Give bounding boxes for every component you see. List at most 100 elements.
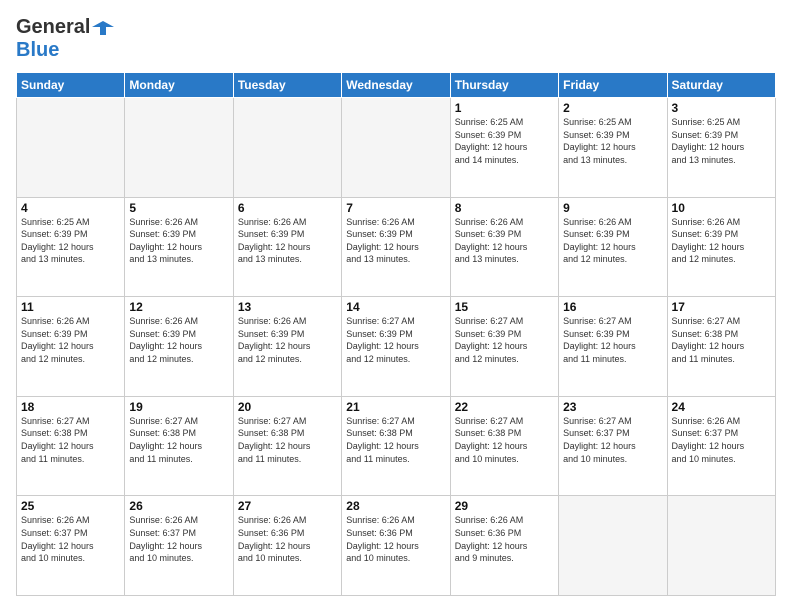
day-info: Sunrise: 6:26 AM Sunset: 6:37 PM Dayligh… (672, 415, 771, 465)
calendar-day-header-monday: Monday (125, 73, 233, 98)
logo-general-text: General (16, 16, 90, 39)
day-info: Sunrise: 6:26 AM Sunset: 6:39 PM Dayligh… (238, 216, 337, 266)
calendar-cell: 26Sunrise: 6:26 AM Sunset: 6:37 PM Dayli… (125, 496, 233, 596)
day-number: 8 (455, 201, 554, 215)
calendar-cell: 11Sunrise: 6:26 AM Sunset: 6:39 PM Dayli… (17, 297, 125, 397)
day-number: 13 (238, 300, 337, 314)
calendar-cell: 3Sunrise: 6:25 AM Sunset: 6:39 PM Daylig… (667, 98, 775, 198)
day-number: 25 (21, 499, 120, 513)
day-info: Sunrise: 6:26 AM Sunset: 6:36 PM Dayligh… (346, 514, 445, 564)
day-number: 19 (129, 400, 228, 414)
day-info: Sunrise: 6:26 AM Sunset: 6:39 PM Dayligh… (672, 216, 771, 266)
day-info: Sunrise: 6:27 AM Sunset: 6:38 PM Dayligh… (672, 315, 771, 365)
day-number: 26 (129, 499, 228, 513)
day-info: Sunrise: 6:27 AM Sunset: 6:38 PM Dayligh… (129, 415, 228, 465)
day-info: Sunrise: 6:26 AM Sunset: 6:39 PM Dayligh… (346, 216, 445, 266)
day-number: 7 (346, 201, 445, 215)
day-number: 27 (238, 499, 337, 513)
day-info: Sunrise: 6:26 AM Sunset: 6:37 PM Dayligh… (129, 514, 228, 564)
calendar-cell: 17Sunrise: 6:27 AM Sunset: 6:38 PM Dayli… (667, 297, 775, 397)
day-info: Sunrise: 6:27 AM Sunset: 6:39 PM Dayligh… (455, 315, 554, 365)
calendar-cell: 27Sunrise: 6:26 AM Sunset: 6:36 PM Dayli… (233, 496, 341, 596)
page: General Blue SundayMondayTuesdayWednesda… (0, 0, 792, 612)
logo-blue-text: Blue (16, 39, 59, 61)
header: General Blue (16, 16, 776, 62)
calendar-cell: 1Sunrise: 6:25 AM Sunset: 6:39 PM Daylig… (450, 98, 558, 198)
calendar-cell: 29Sunrise: 6:26 AM Sunset: 6:36 PM Dayli… (450, 496, 558, 596)
day-info: Sunrise: 6:27 AM Sunset: 6:38 PM Dayligh… (238, 415, 337, 465)
calendar-cell: 22Sunrise: 6:27 AM Sunset: 6:38 PM Dayli… (450, 396, 558, 496)
calendar-week-row: 4Sunrise: 6:25 AM Sunset: 6:39 PM Daylig… (17, 197, 776, 297)
day-number: 10 (672, 201, 771, 215)
day-info: Sunrise: 6:25 AM Sunset: 6:39 PM Dayligh… (563, 116, 662, 166)
day-info: Sunrise: 6:25 AM Sunset: 6:39 PM Dayligh… (455, 116, 554, 166)
calendar-cell: 12Sunrise: 6:26 AM Sunset: 6:39 PM Dayli… (125, 297, 233, 397)
day-info: Sunrise: 6:27 AM Sunset: 6:38 PM Dayligh… (455, 415, 554, 465)
day-number: 14 (346, 300, 445, 314)
day-info: Sunrise: 6:27 AM Sunset: 6:38 PM Dayligh… (21, 415, 120, 465)
day-number: 6 (238, 201, 337, 215)
day-info: Sunrise: 6:27 AM Sunset: 6:39 PM Dayligh… (346, 315, 445, 365)
calendar-cell (342, 98, 450, 198)
day-info: Sunrise: 6:26 AM Sunset: 6:36 PM Dayligh… (455, 514, 554, 564)
calendar-cell: 20Sunrise: 6:27 AM Sunset: 6:38 PM Dayli… (233, 396, 341, 496)
calendar-week-row: 25Sunrise: 6:26 AM Sunset: 6:37 PM Dayli… (17, 496, 776, 596)
day-info: Sunrise: 6:27 AM Sunset: 6:38 PM Dayligh… (346, 415, 445, 465)
day-info: Sunrise: 6:26 AM Sunset: 6:37 PM Dayligh… (21, 514, 120, 564)
day-number: 22 (455, 400, 554, 414)
calendar-cell: 9Sunrise: 6:26 AM Sunset: 6:39 PM Daylig… (559, 197, 667, 297)
day-info: Sunrise: 6:26 AM Sunset: 6:39 PM Dayligh… (563, 216, 662, 266)
calendar-cell (233, 98, 341, 198)
calendar-day-header-friday: Friday (559, 73, 667, 98)
day-number: 20 (238, 400, 337, 414)
day-number: 16 (563, 300, 662, 314)
day-number: 18 (21, 400, 120, 414)
day-info: Sunrise: 6:26 AM Sunset: 6:39 PM Dayligh… (129, 216, 228, 266)
day-number: 24 (672, 400, 771, 414)
calendar-cell: 2Sunrise: 6:25 AM Sunset: 6:39 PM Daylig… (559, 98, 667, 198)
day-info: Sunrise: 6:26 AM Sunset: 6:39 PM Dayligh… (455, 216, 554, 266)
calendar-cell: 16Sunrise: 6:27 AM Sunset: 6:39 PM Dayli… (559, 297, 667, 397)
calendar-cell: 5Sunrise: 6:26 AM Sunset: 6:39 PM Daylig… (125, 197, 233, 297)
day-info: Sunrise: 6:25 AM Sunset: 6:39 PM Dayligh… (672, 116, 771, 166)
logo-bird-icon (92, 17, 114, 39)
calendar-cell: 15Sunrise: 6:27 AM Sunset: 6:39 PM Dayli… (450, 297, 558, 397)
calendar-header-row: SundayMondayTuesdayWednesdayThursdayFrid… (17, 73, 776, 98)
calendar-day-header-thursday: Thursday (450, 73, 558, 98)
calendar-cell: 8Sunrise: 6:26 AM Sunset: 6:39 PM Daylig… (450, 197, 558, 297)
calendar-cell: 13Sunrise: 6:26 AM Sunset: 6:39 PM Dayli… (233, 297, 341, 397)
calendar-cell: 25Sunrise: 6:26 AM Sunset: 6:37 PM Dayli… (17, 496, 125, 596)
calendar-cell: 4Sunrise: 6:25 AM Sunset: 6:39 PM Daylig… (17, 197, 125, 297)
day-number: 15 (455, 300, 554, 314)
calendar-cell: 10Sunrise: 6:26 AM Sunset: 6:39 PM Dayli… (667, 197, 775, 297)
calendar-cell: 14Sunrise: 6:27 AM Sunset: 6:39 PM Dayli… (342, 297, 450, 397)
day-number: 9 (563, 201, 662, 215)
day-info: Sunrise: 6:26 AM Sunset: 6:39 PM Dayligh… (238, 315, 337, 365)
day-info: Sunrise: 6:26 AM Sunset: 6:36 PM Dayligh… (238, 514, 337, 564)
calendar-week-row: 11Sunrise: 6:26 AM Sunset: 6:39 PM Dayli… (17, 297, 776, 397)
day-number: 23 (563, 400, 662, 414)
day-info: Sunrise: 6:26 AM Sunset: 6:39 PM Dayligh… (129, 315, 228, 365)
calendar-week-row: 1Sunrise: 6:25 AM Sunset: 6:39 PM Daylig… (17, 98, 776, 198)
calendar-cell (667, 496, 775, 596)
calendar-table: SundayMondayTuesdayWednesdayThursdayFrid… (16, 72, 776, 596)
calendar-cell: 28Sunrise: 6:26 AM Sunset: 6:36 PM Dayli… (342, 496, 450, 596)
calendar-day-header-tuesday: Tuesday (233, 73, 341, 98)
day-number: 11 (21, 300, 120, 314)
calendar-cell: 7Sunrise: 6:26 AM Sunset: 6:39 PM Daylig… (342, 197, 450, 297)
calendar-cell (559, 496, 667, 596)
day-number: 17 (672, 300, 771, 314)
day-number: 21 (346, 400, 445, 414)
day-number: 1 (455, 101, 554, 115)
calendar-cell (17, 98, 125, 198)
day-number: 29 (455, 499, 554, 513)
day-info: Sunrise: 6:26 AM Sunset: 6:39 PM Dayligh… (21, 315, 120, 365)
day-number: 5 (129, 201, 228, 215)
calendar-day-header-sunday: Sunday (17, 73, 125, 98)
day-info: Sunrise: 6:27 AM Sunset: 6:39 PM Dayligh… (563, 315, 662, 365)
logo: General Blue (16, 16, 114, 62)
calendar-cell: 24Sunrise: 6:26 AM Sunset: 6:37 PM Dayli… (667, 396, 775, 496)
calendar-week-row: 18Sunrise: 6:27 AM Sunset: 6:38 PM Dayli… (17, 396, 776, 496)
calendar-cell: 21Sunrise: 6:27 AM Sunset: 6:38 PM Dayli… (342, 396, 450, 496)
calendar-cell (125, 98, 233, 198)
